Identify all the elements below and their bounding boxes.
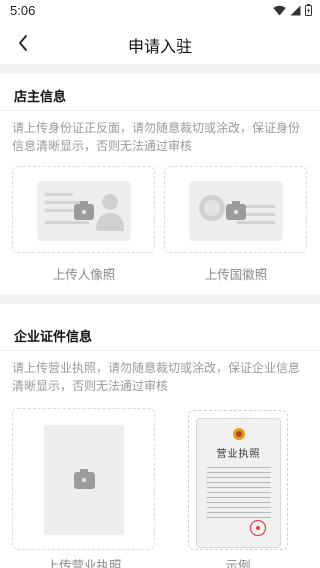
person-icon: [96, 194, 124, 231]
camera-icon: [74, 469, 95, 489]
section-separator: [0, 110, 320, 111]
license-section-title: 企业证件信息: [14, 329, 93, 344]
status-bar: 5:06: [0, 0, 320, 22]
emblem-seal-icon: [233, 428, 245, 440]
camera-icon: [226, 201, 246, 220]
signal-icon: [290, 5, 301, 15]
text-line: [45, 221, 89, 224]
status-time: 5:06: [10, 3, 36, 18]
text-line: [45, 209, 77, 212]
owner-section-description: 请上传身份证正反面，请勿随意裁切或涂改，保证身份信息清晰显示，否则无法通过审核: [12, 121, 301, 153]
sample-text-block: [207, 463, 271, 519]
sample-license-heading: 营业执照: [216, 449, 261, 460]
owner-section-title: 店主信息: [14, 89, 67, 104]
license-upload-label: 上传营业执照: [46, 559, 122, 568]
red-stamp-icon: [249, 519, 267, 537]
status-icons: [273, 4, 312, 16]
emblem-icon: [199, 195, 225, 221]
id-card-portrait-placeholder: [37, 181, 131, 241]
license-placeholder: [44, 425, 124, 535]
section-separator: [0, 350, 320, 351]
text-line: [237, 221, 275, 224]
nav-bar: 申请入驻: [0, 22, 320, 64]
section-divider: [0, 294, 320, 304]
battery-icon: [305, 4, 312, 16]
sample-label: 示例: [225, 559, 251, 568]
wifi-icon: [273, 5, 286, 15]
id-card-emblem-placeholder: [189, 181, 283, 241]
emblem-upload-label: 上传国徽照: [204, 268, 268, 282]
page-title: 申请入驻: [127, 39, 192, 56]
camera-icon: [74, 201, 94, 220]
section-divider: [0, 64, 320, 74]
sample-license-image: 营业执照: [196, 418, 281, 548]
upload-license-card[interactable]: [12, 408, 155, 550]
text-line: [45, 193, 73, 196]
portrait-upload-label: 上传人像照: [52, 268, 116, 282]
license-section-description: 请上传营业执照，请勿随意裁切或涂改，保证企业信息清晰显示，否则无法通过审核: [12, 361, 301, 393]
upload-emblem-card[interactable]: [164, 166, 307, 253]
upload-portrait-card[interactable]: [12, 166, 155, 253]
